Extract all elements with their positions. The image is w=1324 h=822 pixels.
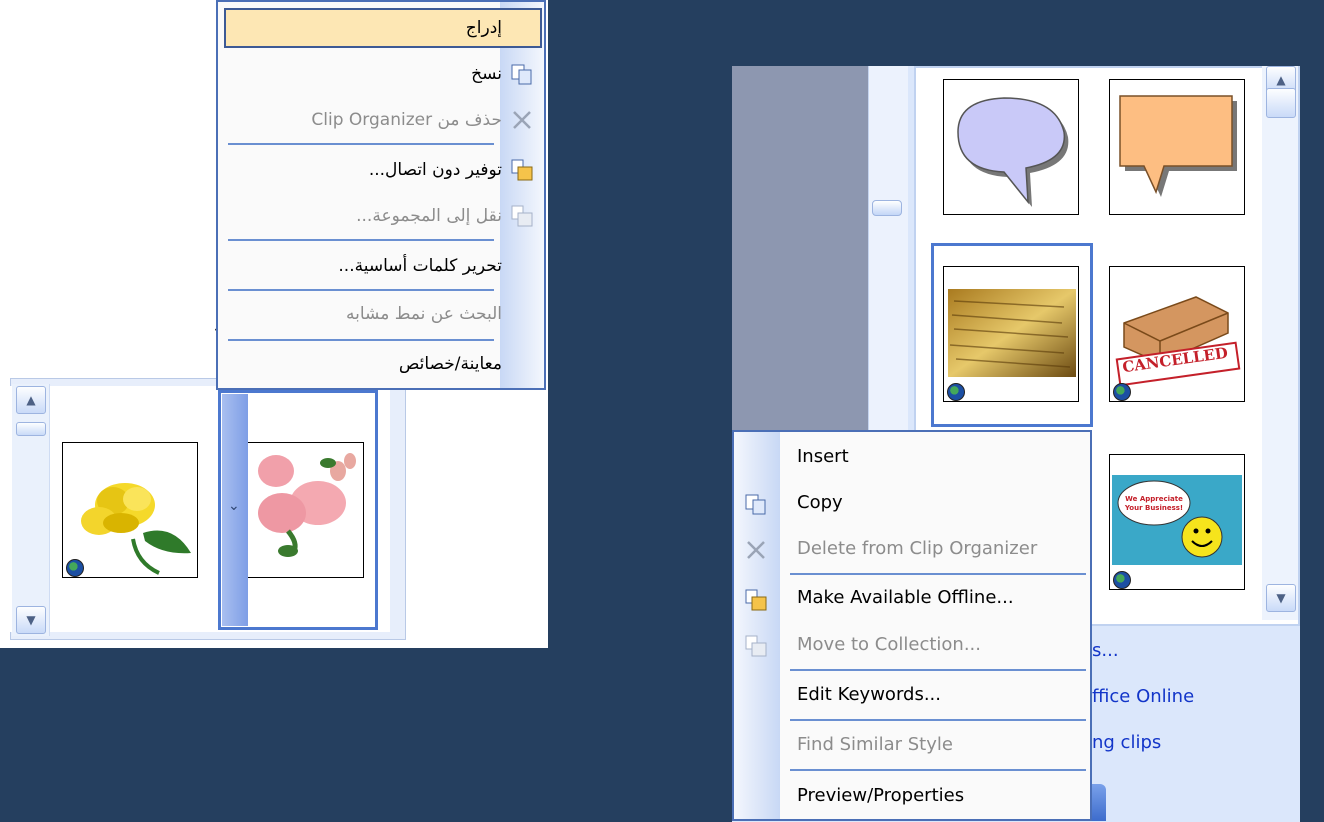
menu-separator: [228, 339, 494, 341]
appreciation-text: We Appreciate Your Business!: [1124, 495, 1184, 512]
delete-x-icon: [747, 541, 765, 559]
scroll-down-button[interactable]: ▼: [1266, 584, 1296, 612]
english-context-menu: Insert Copy Delete from Clip Organizer M…: [732, 430, 1092, 821]
menu-item-move-collection[interactable]: نقل إلى المجموعة...: [218, 206, 502, 226]
menu-item-preview-properties[interactable]: Preview/Properties: [797, 785, 964, 806]
menu-icon-gutter: [734, 432, 780, 819]
menu-item-delete[interactable]: حذف من Clip Organizer: [218, 110, 502, 130]
menu-separator: [790, 769, 1086, 771]
globe-icon: [1113, 383, 1131, 401]
task-pane-link-office-online[interactable]: ffice Online: [1092, 686, 1194, 707]
task-pane-tab[interactable]: [1090, 784, 1106, 821]
scroll-thumb[interactable]: [1266, 88, 1296, 118]
scroll-up-button[interactable]: ▲: [16, 386, 46, 414]
gallery-scrollbar[interactable]: ▲ ▼: [1262, 66, 1298, 620]
menu-item-insert[interactable]: إدراج: [218, 18, 502, 38]
menu-item-find-similar[interactable]: Find Similar Style: [797, 734, 953, 755]
document-scrollbar[interactable]: [868, 66, 908, 430]
make-offline-icon: [745, 589, 767, 611]
menu-item-copy[interactable]: نسخ: [218, 64, 502, 84]
copy-icon: [745, 494, 766, 515]
arabic-background-pane: ة ة ر: [10, 0, 226, 378]
menu-separator: [228, 289, 494, 291]
delete-x-icon: [513, 111, 531, 129]
move-collection-icon: [511, 205, 533, 227]
menu-separator: [228, 239, 494, 241]
clip-thumbnail-yellow-rose[interactable]: [62, 442, 198, 578]
clip-thumbnail-oval-callout[interactable]: [943, 79, 1079, 215]
arabic-gallery-scrollbar[interactable]: ▲ ▼: [12, 384, 50, 636]
task-pane-link-tips-finding-clips[interactable]: ng clips: [1092, 732, 1161, 753]
menu-icon-gutter: [500, 2, 544, 388]
workspace-background: [732, 66, 868, 430]
clip-thumbnail-rect-callout[interactable]: [1109, 79, 1245, 215]
menu-item-copy[interactable]: Copy: [797, 492, 843, 513]
menu-item-edit-keywords[interactable]: تحرير كلمات أساسية...: [218, 256, 502, 276]
clip-thumbnail-appreciation-smiley[interactable]: We Appreciate Your Business!: [1109, 454, 1245, 590]
menu-item-delete[interactable]: Delete from Clip Organizer: [797, 538, 1037, 559]
move-collection-icon: [745, 635, 767, 657]
scroll-down-button[interactable]: ▼: [16, 606, 46, 634]
menu-item-find-similar[interactable]: البحث عن نمط مشابه: [218, 304, 502, 324]
menu-separator: [790, 719, 1086, 721]
make-offline-icon: [511, 159, 533, 181]
globe-icon: [66, 559, 84, 577]
globe-icon: [1113, 571, 1131, 589]
menu-separator: [790, 669, 1086, 671]
menu-item-edit-keywords[interactable]: Edit Keywords...: [797, 684, 941, 705]
scroll-thumb[interactable]: [872, 200, 902, 216]
selected-clip-frame: [931, 243, 1093, 427]
task-pane-link-organize-clips[interactable]: s...: [1092, 640, 1119, 661]
clip-thumbnail-cancelled[interactable]: Cancelled: [1109, 266, 1245, 402]
copy-icon: [511, 64, 532, 85]
menu-separator: [790, 573, 1086, 575]
menu-item-move-collection[interactable]: Move to Collection...: [797, 634, 981, 655]
menu-item-preview-properties[interactable]: معاينة/خصائص: [218, 354, 502, 374]
menu-item-make-offline[interactable]: توفير دون اتصال...: [218, 160, 502, 180]
scroll-thumb[interactable]: [16, 422, 46, 436]
menu-item-insert[interactable]: Insert: [797, 446, 849, 467]
selected-clip-frame: [218, 390, 378, 630]
arabic-context-menu: إدراج نسخ حذف من Clip Organizer توفير دو…: [216, 0, 546, 390]
menu-separator: [228, 143, 494, 145]
menu-item-make-offline[interactable]: Make Available Offline...: [797, 587, 1014, 608]
